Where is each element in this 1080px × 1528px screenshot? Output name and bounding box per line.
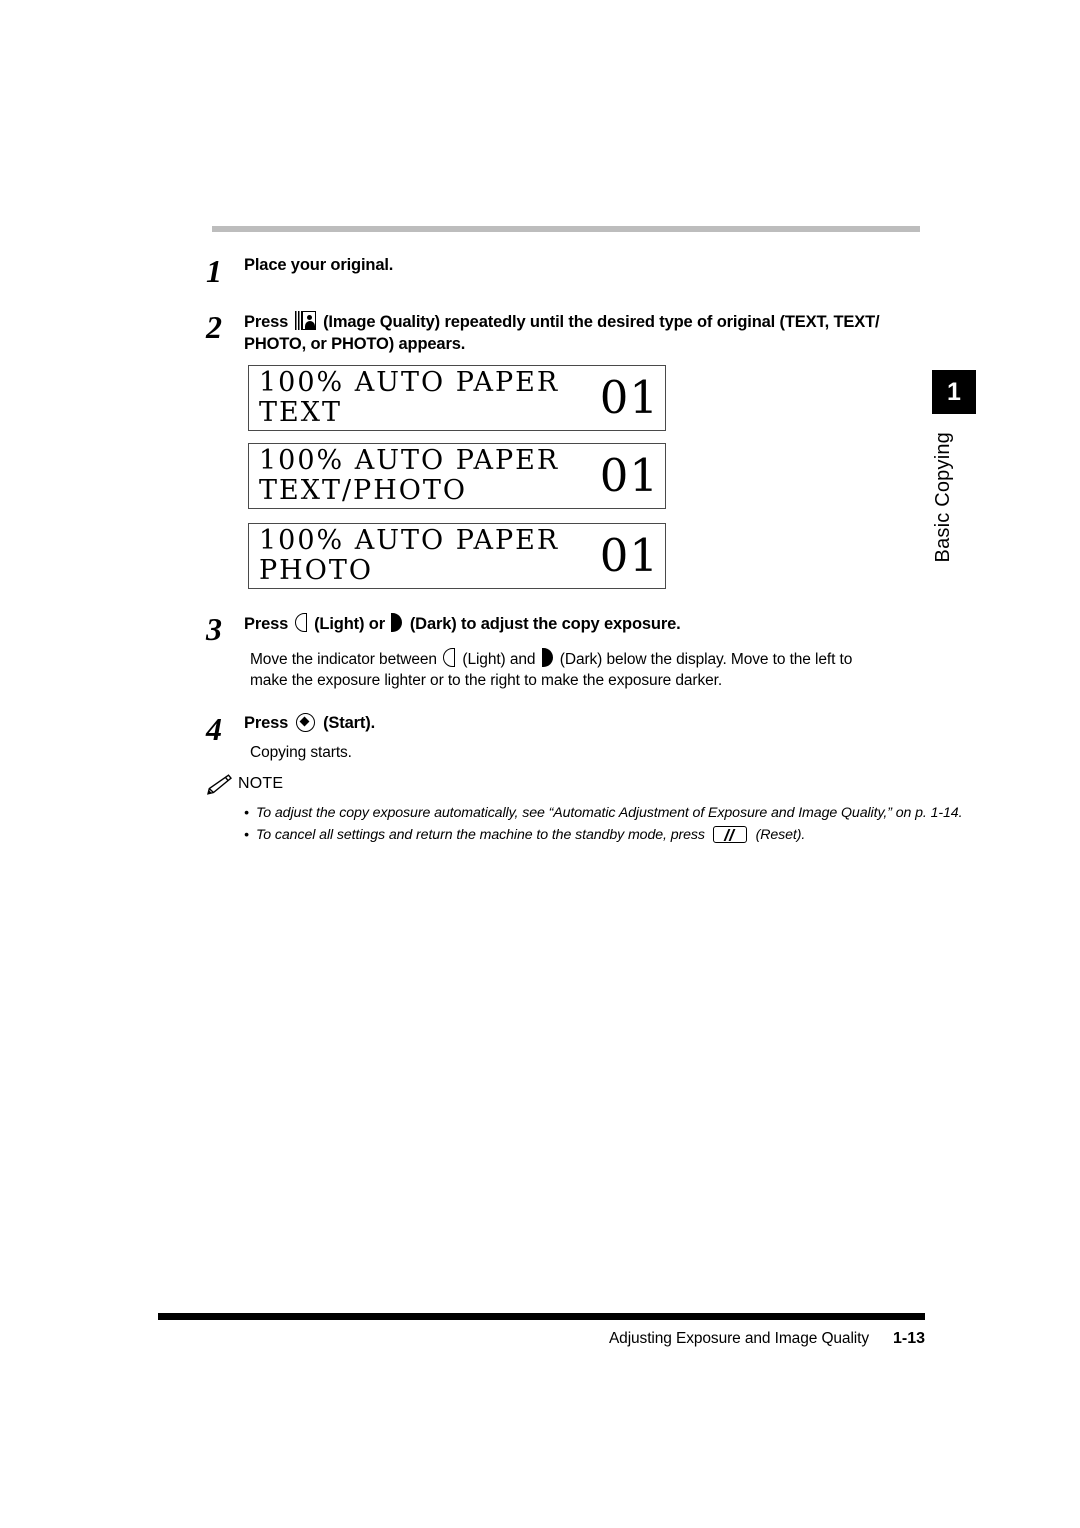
step-4-heading-part2: (Start). (318, 714, 376, 732)
footer-page-number: 1-13 (892, 1330, 925, 1347)
step-4-heading: Press (Start). (244, 713, 375, 735)
step-3-heading-part1: Press (244, 615, 293, 633)
note-header: NOTE (206, 772, 926, 796)
step-1-text: Place your original. (244, 256, 394, 274)
lcd-1-line2: TEXT (259, 397, 342, 428)
dark-icon (541, 648, 553, 667)
lcd-2-lines: 100% AUTO PAPER TEXT/PHOTO (259, 446, 559, 506)
step-3: 3 Press (Light) or (Dark) to adjust the … (206, 613, 906, 645)
note-item: • To adjust the copy exposure automatica… (206, 802, 963, 824)
step-4: 4 Press (Start). (206, 713, 906, 745)
lcd-display-photo: 100% AUTO PAPER PHOTO 01 (248, 523, 666, 589)
image-quality-icon (294, 311, 316, 330)
note-list: • To adjust the copy exposure automatica… (206, 802, 963, 846)
lcd-3-counter: 01 (599, 529, 659, 582)
step-3-description: Move the indicator between (Light) and (… (250, 648, 892, 692)
step-4-description: Copying starts. (250, 744, 352, 761)
step-4-number: 4 (206, 711, 222, 747)
chapter-tab: 1 Basic Copying (932, 370, 976, 562)
lcd-1-lines: 100% AUTO PAPER TEXT (259, 368, 559, 428)
lcd-3-line2: PHOTO (259, 555, 373, 586)
note-item-text-part1: To cancel all settings and return the ma… (256, 827, 709, 843)
note-bullet: • (244, 805, 249, 821)
step-2-text: Press (Image Quality) repeatedly until t… (244, 311, 912, 356)
step-2-number: 2 (206, 309, 222, 345)
step-3-heading-part3: (Dark) to adjust the copy exposure. (405, 615, 681, 633)
lcd-2-line1: 100% AUTO PAPER (259, 445, 560, 476)
lcd-3-lines: 100% AUTO PAPER PHOTO (259, 526, 559, 586)
start-icon (295, 713, 315, 732)
step-1: 1 Place your original. (206, 255, 906, 287)
dark-icon (391, 613, 403, 632)
step-3-number: 3 (206, 611, 222, 647)
step-2-text-before: Press (244, 313, 293, 331)
step-1-number: 1 (206, 253, 222, 289)
note-label: NOTE (238, 775, 284, 792)
note-block: NOTE • To adjust the copy exposure autom… (206, 772, 963, 846)
chapter-number: 1 (932, 370, 976, 414)
lcd-1-line1: 100% AUTO PAPER (259, 367, 560, 398)
step-3-sub-part1: Move the indicator between (250, 651, 442, 668)
chapter-label: Basic Copying (932, 432, 954, 563)
step-2-text-after: (Image Quality) repeatedly until the des… (244, 313, 880, 353)
lcd-2-counter: 01 (599, 449, 659, 502)
light-icon (443, 648, 456, 667)
step-3-sub-part2: (Light) and (458, 651, 540, 668)
step-3-heading: Press (Light) or (Dark) to adjust the co… (244, 613, 681, 636)
note-item-text-part2: (Reset). (751, 827, 806, 843)
light-icon (294, 613, 307, 632)
header-divider (212, 226, 920, 232)
step-3-heading-part2: (Light) or (309, 615, 390, 633)
lcd-display-text: 100% AUTO PAPER TEXT 01 (248, 365, 666, 431)
lcd-3-line1: 100% AUTO PAPER (259, 525, 560, 556)
lcd-display-text-photo: 100% AUTO PAPER TEXT/PHOTO 01 (248, 443, 666, 509)
pencil-icon (206, 773, 232, 795)
note-item-text: To adjust the copy exposure automaticall… (256, 805, 963, 821)
note-item: • To cancel all settings and return the … (206, 824, 926, 846)
footer-divider (158, 1313, 925, 1320)
reset-icon (712, 826, 747, 843)
note-bullet: • (244, 827, 249, 843)
lcd-2-line2: TEXT/PHOTO (259, 475, 468, 506)
step-2: 2 Press (Image Quality) repeatedly until… (206, 311, 912, 356)
lcd-1-counter: 01 (599, 371, 659, 424)
step-4-heading-part1: Press (244, 714, 293, 732)
